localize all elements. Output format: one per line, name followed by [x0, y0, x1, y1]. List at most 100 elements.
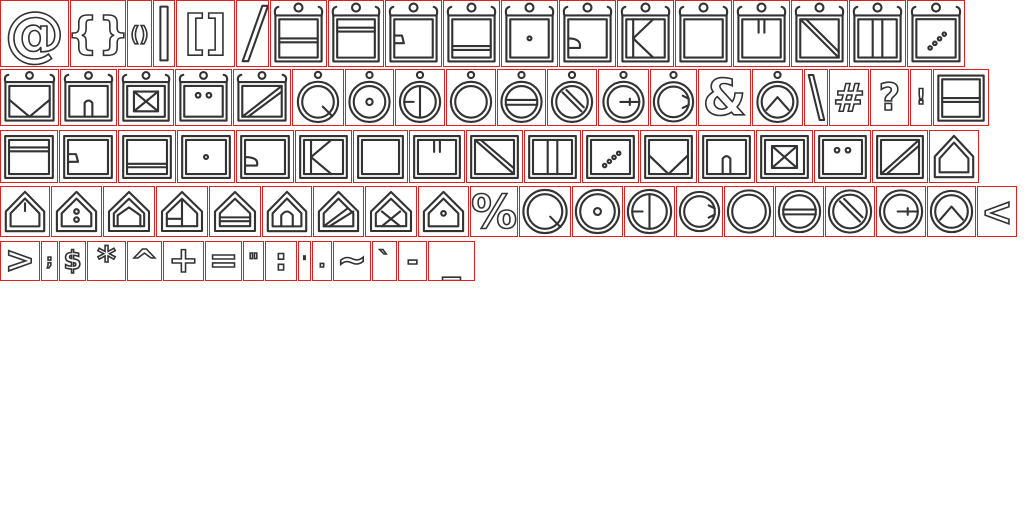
glyph-outline	[586, 135, 635, 179]
glyph-char: $	[63, 246, 83, 276]
glyph-outline	[562, 2, 613, 63]
glyph-cell	[559, 0, 616, 67]
glyph-cell	[775, 186, 824, 237]
glyph-outline	[4, 190, 46, 233]
glyph-outline	[602, 70, 645, 124]
glyph-char: ~	[336, 241, 368, 281]
glyph-outline	[449, 70, 493, 124]
glyph-cell	[292, 69, 344, 126]
glyph-cell	[724, 186, 774, 237]
glyph-char: {}	[71, 1, 125, 66]
glyph-cell: ?	[870, 69, 909, 126]
glyph-outline	[241, 4, 268, 63]
glyph-outline	[818, 135, 867, 179]
glyph-outline	[678, 190, 721, 233]
glyph-outline	[756, 70, 799, 124]
glyph-outline	[107, 190, 151, 233]
glyph-cell	[103, 186, 155, 237]
glyph-cell: @	[0, 0, 69, 67]
glyph-cell: *	[87, 241, 126, 281]
glyph-cell	[547, 69, 597, 126]
glyph-outline	[4, 135, 54, 179]
glyph-cell: ;	[41, 241, 58, 281]
glyph-cell: &	[698, 69, 751, 126]
glyph-char: ?	[878, 76, 901, 119]
glyph-char: *	[96, 241, 116, 281]
glyph-cell	[466, 130, 523, 183]
glyph-outline	[504, 2, 555, 63]
glyph-cell: +	[163, 241, 204, 281]
glyph-outline	[63, 135, 113, 179]
glyph-cell	[209, 186, 261, 237]
glyph-outline	[626, 188, 673, 235]
glyph-cell	[872, 130, 928, 183]
glyph-outline	[876, 135, 924, 179]
glyph-cell	[756, 130, 813, 183]
glyph-outline	[910, 2, 962, 63]
glyph-outline	[159, 5, 169, 62]
glyph-cell	[328, 0, 384, 67]
glyph-cell	[345, 69, 394, 126]
glyph-outline	[369, 190, 413, 233]
glyph-cell	[365, 186, 417, 237]
glyph-outline	[213, 190, 257, 233]
glyph-outline	[178, 70, 229, 122]
glyph-char: []	[183, 6, 228, 61]
glyph-cell: -	[398, 241, 427, 281]
glyph-cell	[295, 130, 352, 183]
glyph-cell	[617, 0, 674, 67]
glyph-cell	[156, 186, 208, 237]
glyph-char: @	[4, 0, 66, 67]
glyph-cell	[791, 0, 848, 67]
glyph-cell: <	[977, 186, 1017, 237]
glyph-outline	[794, 2, 845, 63]
glyph-cell	[418, 186, 469, 237]
glyph-outline	[852, 2, 903, 63]
glyph-cell: '	[298, 241, 311, 281]
glyph-outline	[348, 70, 391, 124]
glyph-cell: %	[470, 186, 518, 237]
glyph-cell	[933, 69, 989, 126]
glyph-cell	[698, 130, 755, 183]
glyph-char: .	[318, 249, 327, 272]
glyph-char: "	[247, 249, 259, 273]
glyph-outline	[3, 70, 56, 122]
glyph-outline	[273, 2, 324, 63]
glyph-cell	[675, 0, 732, 67]
glyph-cell	[497, 69, 546, 126]
glyph-cell: []	[176, 0, 235, 67]
glyph-cell: =	[205, 241, 242, 281]
glyph-outline	[827, 189, 873, 234]
glyph-outline	[550, 70, 594, 124]
glyph-char: ()	[130, 21, 150, 46]
glyph-cell: {}	[70, 0, 126, 67]
glyph-cell	[385, 0, 442, 67]
glyph-cell	[524, 130, 581, 183]
glyph-cell	[262, 186, 312, 237]
glyph-outline	[929, 189, 974, 234]
glyph-cell	[0, 186, 50, 237]
glyph-cell: :	[265, 241, 297, 281]
glyph-outline	[299, 135, 348, 179]
glyph-outline	[55, 190, 98, 233]
glyph-cell	[409, 130, 465, 183]
glyph-outline	[522, 188, 568, 235]
glyph-char: +	[168, 241, 200, 281]
glyph-outline	[933, 134, 975, 179]
glyph-cell	[650, 69, 697, 126]
glyph-char: ^	[130, 241, 159, 281]
glyph-cell: $	[59, 241, 86, 281]
glyph-char: =	[208, 241, 239, 281]
glyph-cell: !	[910, 69, 932, 126]
glyph-outline	[528, 135, 577, 179]
glyph-outline	[63, 70, 114, 122]
glyph-cell	[501, 0, 558, 67]
glyph-outline	[317, 190, 360, 233]
glyph-cell	[676, 186, 723, 237]
glyph-cell: ~	[333, 241, 371, 281]
glyph-cell: .	[312, 241, 332, 281]
glyph-cell	[814, 130, 871, 183]
glyph-char: #	[832, 75, 865, 120]
glyph-cell	[752, 69, 803, 126]
glyph-cell	[395, 69, 445, 126]
